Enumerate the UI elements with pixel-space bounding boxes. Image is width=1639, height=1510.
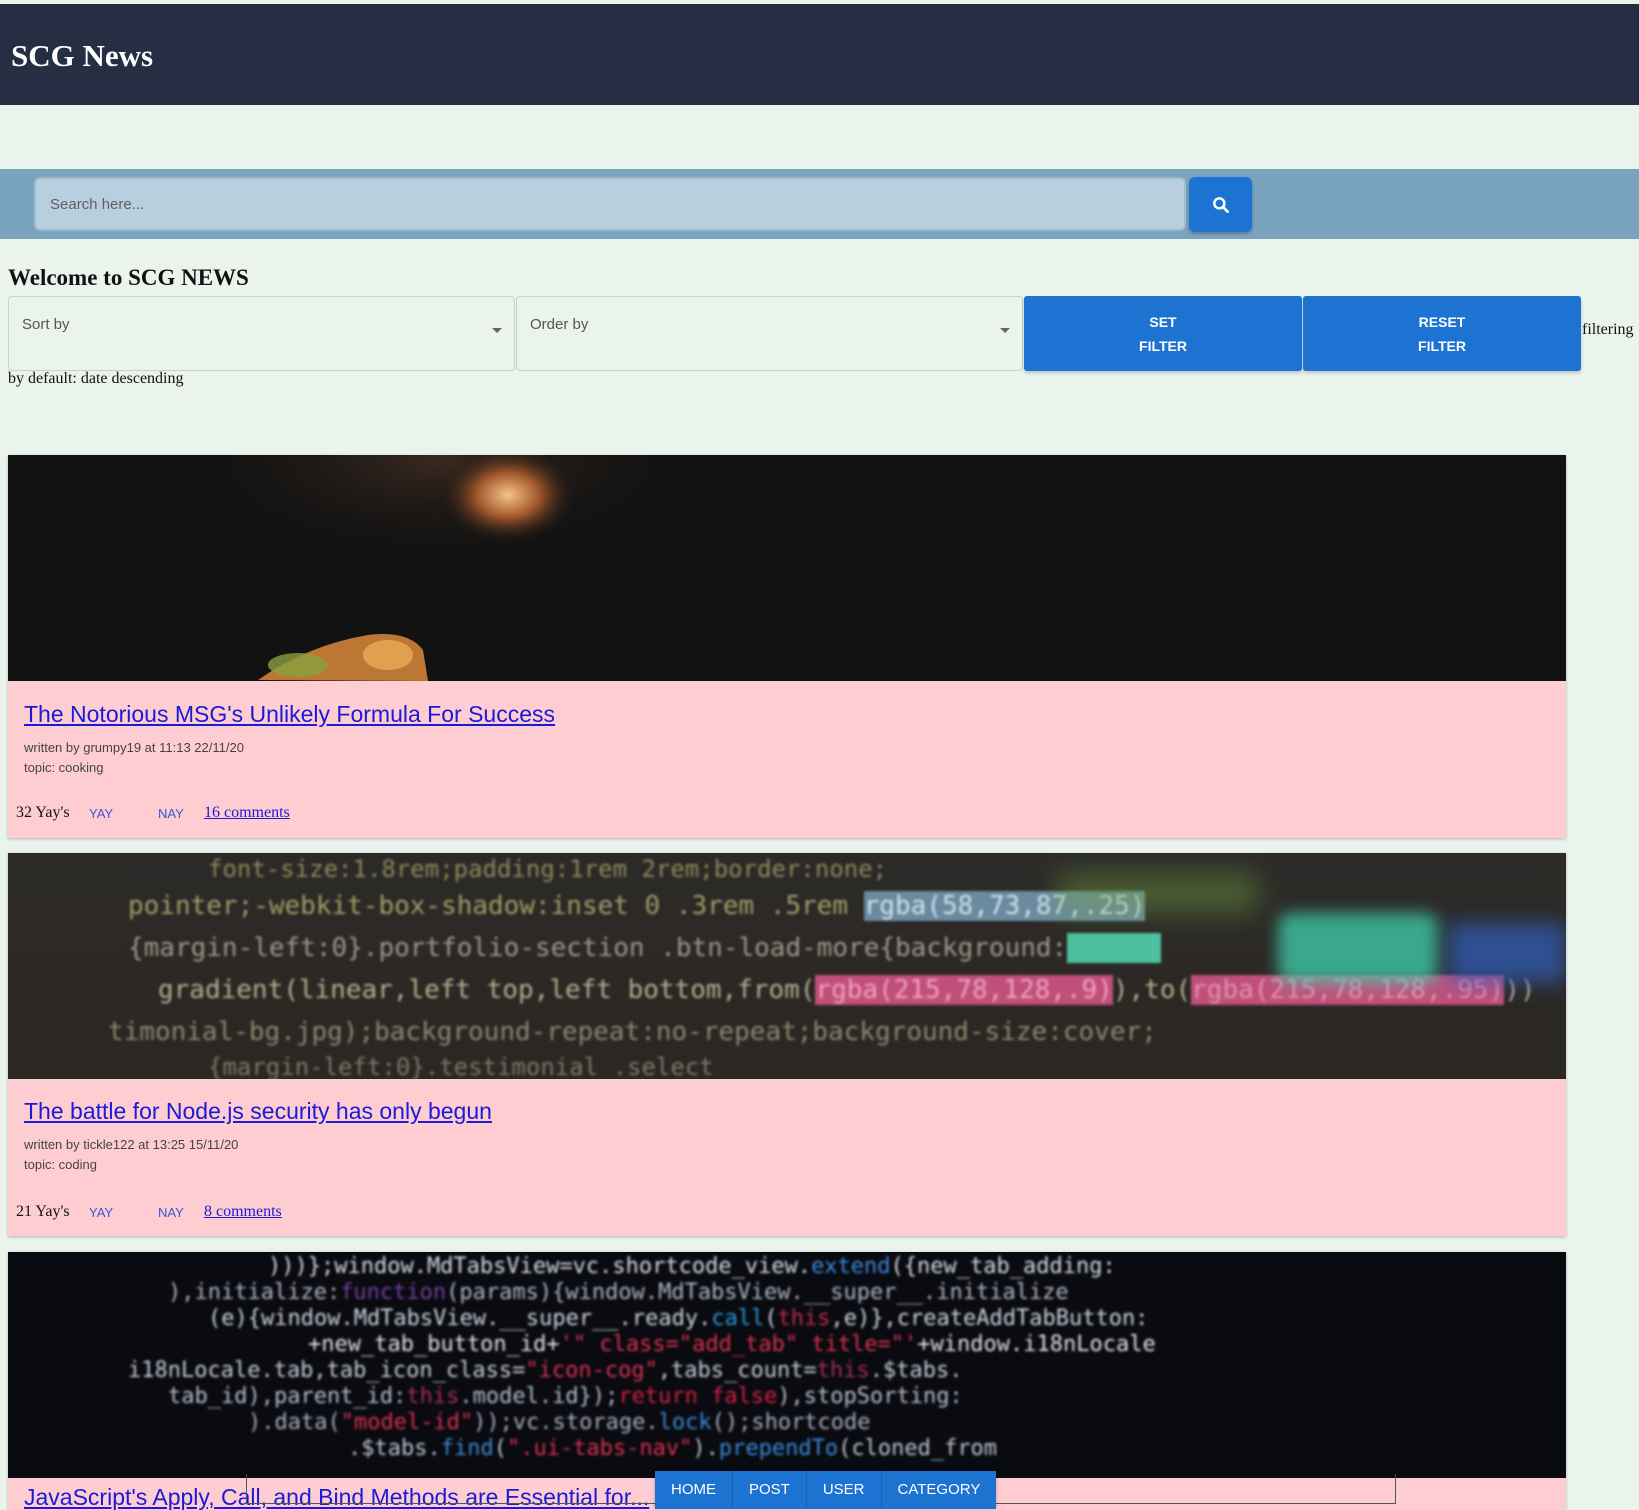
chevron-down-icon bbox=[1000, 328, 1010, 333]
sort-by-label: Sort by bbox=[22, 316, 70, 333]
post-card: The Notorious MSG's Unlikely Formula For… bbox=[8, 455, 1566, 838]
comments-link[interactable]: 8 comments bbox=[204, 1203, 282, 1221]
order-by-select[interactable]: Order by bbox=[516, 296, 1023, 371]
post-title-link[interactable]: The Notorious MSG's Unlikely Formula For… bbox=[24, 701, 555, 728]
search-bar bbox=[0, 169, 1639, 239]
welcome-heading: Welcome to SCG NEWS bbox=[8, 265, 249, 290]
post-image: )))};window.MdTabsView=vc.shortcode_view… bbox=[8, 1252, 1566, 1478]
nav-post[interactable]: POST bbox=[733, 1471, 807, 1509]
nay-button[interactable]: NAY bbox=[158, 806, 184, 821]
post-byline: written by tickle122 at 13:25 15/11/20 bbox=[24, 1137, 239, 1152]
yay-count: 21 Yay's bbox=[16, 1203, 70, 1220]
search-icon bbox=[1212, 196, 1229, 213]
search-input[interactable] bbox=[34, 177, 1186, 231]
set-filter-button[interactable]: SET FILTER bbox=[1024, 296, 1302, 371]
search-button[interactable] bbox=[1189, 177, 1252, 232]
nav-user[interactable]: USER bbox=[807, 1471, 882, 1509]
nay-button[interactable]: NAY bbox=[158, 1205, 184, 1220]
chevron-down-icon bbox=[492, 328, 502, 333]
yay-count: 32 Yay's bbox=[16, 804, 70, 821]
bottom-nav: HOME POST USER CATEGORY bbox=[655, 1471, 997, 1509]
filtering-text: filtering bbox=[1582, 321, 1634, 338]
sort-by-select[interactable]: Sort by bbox=[8, 296, 515, 371]
site-title: SCG News bbox=[11, 38, 154, 73]
post-byline: written by grumpy19 at 11:13 22/11/20 bbox=[24, 740, 244, 755]
reset-filter-button[interactable]: RESET FILTER bbox=[1303, 296, 1581, 371]
post-image bbox=[8, 455, 1566, 681]
yay-button[interactable]: YAY bbox=[89, 806, 113, 821]
post-card: font-size:1.8rem;padding:1rem 2rem;borde… bbox=[8, 853, 1566, 1236]
nav-category[interactable]: CATEGORY bbox=[882, 1471, 997, 1509]
app-header: SCG News bbox=[0, 4, 1639, 105]
post-title-link[interactable]: The battle for Node.js security has only… bbox=[24, 1098, 492, 1125]
default-sort-note: by default: date descending bbox=[8, 370, 184, 387]
post-image: font-size:1.8rem;padding:1rem 2rem;borde… bbox=[8, 853, 1566, 1079]
post-topic: topic: cooking bbox=[24, 760, 104, 775]
order-by-label: Order by bbox=[530, 316, 589, 333]
post-title-link[interactable]: JavaScript's Apply, Call, and Bind Metho… bbox=[24, 1484, 649, 1510]
nav-home[interactable]: HOME bbox=[655, 1471, 733, 1509]
comments-link[interactable]: 16 comments bbox=[204, 804, 290, 822]
post-topic: topic: coding bbox=[24, 1157, 97, 1172]
yay-button[interactable]: YAY bbox=[89, 1205, 113, 1220]
